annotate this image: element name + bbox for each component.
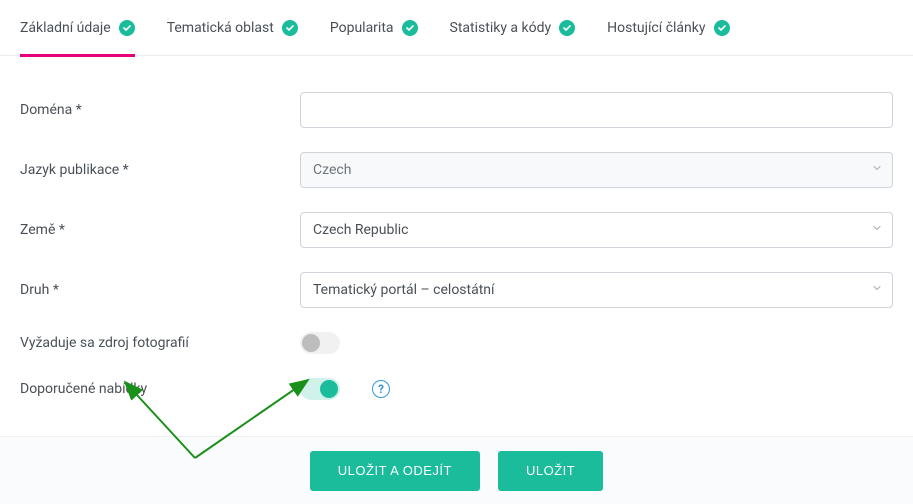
check-icon bbox=[559, 20, 575, 36]
recommended-offers-toggle[interactable] bbox=[300, 378, 340, 400]
recommended-offers-label: Doporučené nabídky bbox=[20, 381, 300, 397]
save-button[interactable]: ULOŽIT bbox=[498, 451, 603, 491]
row-type: Druh * Tematický portál – celostátní bbox=[20, 272, 893, 308]
tab-label: Statistiky a kódy bbox=[450, 20, 552, 36]
row-country: Země * Czech Republic bbox=[20, 212, 893, 248]
tab-bar: Základní údaje Tematická oblast Populari… bbox=[0, 0, 913, 56]
photo-source-label: Vyžaduje sa zdroj fotografií bbox=[20, 335, 300, 351]
tab-thematic-area[interactable]: Tematická oblast bbox=[167, 0, 298, 56]
tab-label: Základní údaje bbox=[20, 20, 111, 36]
tab-guest-articles[interactable]: Hostující články bbox=[607, 0, 729, 56]
check-icon bbox=[402, 20, 418, 36]
country-label: Země * bbox=[20, 222, 300, 238]
domain-input[interactable] bbox=[300, 92, 893, 128]
tab-label: Popularita bbox=[330, 20, 394, 36]
type-select[interactable]: Tematický portál – celostátní bbox=[300, 272, 893, 308]
type-label: Druh * bbox=[20, 282, 300, 298]
tab-label: Tematická oblast bbox=[167, 20, 274, 36]
check-icon bbox=[282, 20, 298, 36]
save-and-exit-button[interactable]: ULOŽIT A ODEJÍT bbox=[310, 451, 480, 491]
row-recommended-offers: Doporučené nabídky ? bbox=[20, 378, 893, 400]
language-value: Czech bbox=[313, 162, 351, 178]
type-value: Tematický portál – celostátní bbox=[313, 282, 495, 298]
country-select[interactable]: Czech Republic bbox=[300, 212, 893, 248]
tab-statistics-codes[interactable]: Statistiky a kódy bbox=[450, 0, 576, 56]
row-photo-source: Vyžaduje sa zdroj fotografií bbox=[20, 332, 893, 354]
form-area: Doména * Jazyk publikace * Czech Země * … bbox=[0, 56, 913, 400]
toggle-knob bbox=[320, 380, 338, 398]
country-value: Czech Republic bbox=[313, 222, 409, 238]
domain-label: Doména * bbox=[20, 102, 300, 118]
check-icon bbox=[119, 20, 135, 36]
check-icon bbox=[714, 20, 730, 36]
action-bar: ULOŽIT A ODEJÍT ULOŽIT bbox=[0, 436, 913, 504]
tab-popularity[interactable]: Popularita bbox=[330, 0, 418, 56]
help-icon[interactable]: ? bbox=[372, 380, 390, 398]
tab-label: Hostující články bbox=[607, 20, 705, 36]
language-select[interactable]: Czech bbox=[300, 152, 893, 188]
row-language: Jazyk publikace * Czech bbox=[20, 152, 893, 188]
toggle-knob bbox=[302, 334, 320, 352]
photo-source-toggle[interactable] bbox=[300, 332, 340, 354]
tab-basic-data[interactable]: Základní údaje bbox=[20, 0, 135, 56]
language-label: Jazyk publikace * bbox=[20, 162, 300, 178]
row-domain: Doména * bbox=[20, 92, 893, 128]
